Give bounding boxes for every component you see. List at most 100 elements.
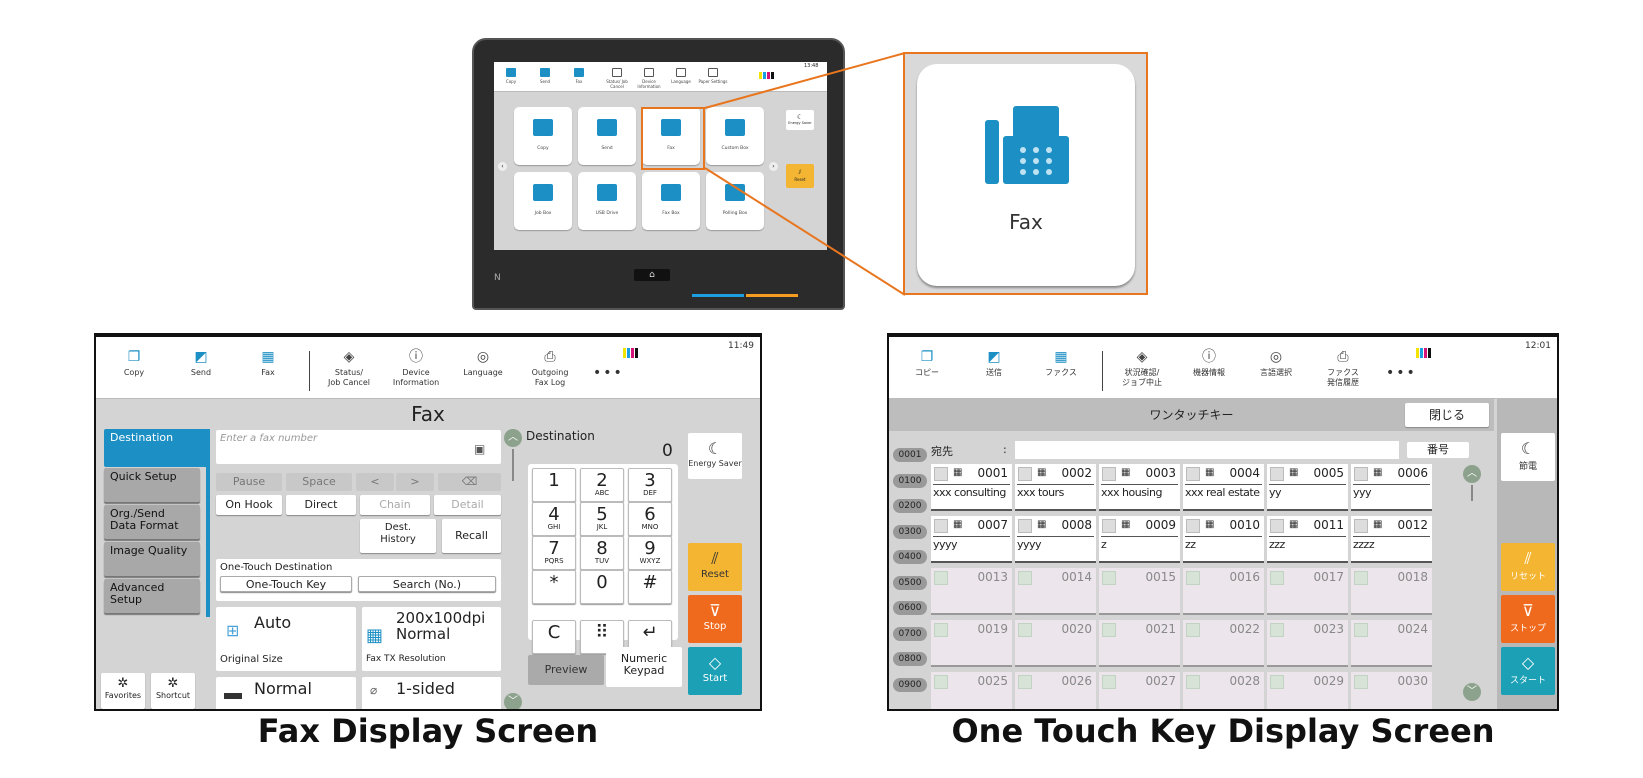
select-checkbox[interactable] (1270, 467, 1284, 481)
more-menu-button[interactable]: ••• (1386, 365, 1417, 381)
one-touch-key[interactable]: ▦ 0003 xxx housing (1099, 464, 1180, 511)
index-tab[interactable]: 0100 (893, 473, 927, 488)
numeric-keypad-tab[interactable]: Numeric Keypad (606, 647, 682, 687)
more-menu-button[interactable]: ••• (593, 365, 624, 381)
index-tab[interactable]: 0700 (893, 626, 927, 641)
scroll-down-button[interactable]: ﹀ (1463, 683, 1481, 701)
topbar-fax[interactable]: ▦ Fax (233, 349, 303, 378)
keypad-key[interactable]: 5 JKL (580, 502, 624, 536)
select-checkbox[interactable] (1186, 623, 1200, 637)
one-touch-key[interactable]: 0027 (1099, 672, 1180, 709)
keypad-key[interactable]: * (532, 570, 576, 604)
select-checkbox[interactable] (1354, 675, 1368, 689)
select-checkbox[interactable] (934, 519, 948, 533)
select-checkbox[interactable] (1270, 571, 1284, 585)
stop-button[interactable]: ⊽ ストップ (1501, 595, 1555, 643)
one-touch-key[interactable]: ▦ 0001 xxx consulting (931, 464, 1012, 511)
tab-image-quality[interactable]: Image Quality (104, 542, 200, 576)
tab-destination[interactable]: Destination (104, 429, 208, 467)
cursor-left-button[interactable]: < (356, 473, 394, 491)
pause-button[interactable]: Pause (216, 473, 282, 491)
one-touch-key[interactable]: 0016 (1183, 568, 1264, 615)
keypad-key[interactable]: 7 PQRS (532, 536, 576, 570)
recall-button[interactable]: Recall (442, 519, 501, 553)
backspace-button[interactable]: ⌫ (438, 473, 501, 491)
topbar-language[interactable]: ◎ 言語選択 (1241, 349, 1311, 378)
density-button[interactable]: Normal (216, 677, 356, 709)
select-checkbox[interactable] (1018, 519, 1032, 533)
index-tab[interactable]: 0001 (893, 448, 927, 462)
topbar-outgoing-fax-log[interactable]: ⎙ Outgoing Fax Log (515, 349, 585, 388)
keypad-key[interactable]: 8 TUV (580, 536, 624, 570)
one-touch-key[interactable]: 0029 (1267, 672, 1348, 709)
select-checkbox[interactable] (1270, 519, 1284, 533)
one-touch-key[interactable]: ▦ 0002 xxx tours (1015, 464, 1096, 511)
index-tab[interactable]: 0900 (893, 677, 927, 692)
select-checkbox[interactable] (1102, 571, 1116, 585)
one-touch-key[interactable]: 0014 (1015, 568, 1096, 615)
tab-advanced-setup[interactable]: Advanced Setup (104, 579, 200, 613)
select-checkbox[interactable] (1102, 519, 1116, 533)
scrollbar-thumb[interactable] (1471, 485, 1473, 501)
keypad-key[interactable]: # (628, 570, 672, 604)
cursor-right-button[interactable]: > (396, 473, 434, 491)
select-checkbox[interactable] (1186, 519, 1200, 533)
fax-tile-enlarged[interactable]: Fax (917, 64, 1135, 286)
one-touch-key[interactable]: ▦ 0012 zzzz (1351, 516, 1432, 563)
select-checkbox[interactable] (1186, 571, 1200, 585)
scrollbar-thumb[interactable] (512, 449, 514, 481)
index-tab[interactable]: 0200 (893, 499, 927, 513)
keypad-key[interactable]: 3 DEF (628, 468, 672, 502)
one-touch-key[interactable]: 0018 (1351, 568, 1432, 615)
detail-button[interactable]: Detail (434, 495, 501, 515)
topbar-fax[interactable]: ▦ ファクス (1026, 349, 1096, 378)
select-checkbox[interactable] (1354, 519, 1368, 533)
start-button[interactable]: ◇ スタート (1501, 647, 1555, 695)
one-touch-key[interactable]: ▦ 0004 xxx real estate (1183, 464, 1264, 511)
one-touch-key[interactable]: 0013 (931, 568, 1012, 615)
select-checkbox[interactable] (1354, 467, 1368, 481)
topbar-status-job-cancel[interactable]: ◈ 状況確認/ ジョブ中止 (1107, 349, 1177, 388)
topbar-device-information[interactable]: ⓘ Device Information (381, 349, 451, 388)
one-touch-key[interactable]: 0024 (1351, 620, 1432, 667)
shortcut-button[interactable]: ✲ Shortcut (151, 673, 195, 709)
one-touch-key[interactable]: ▦ 0010 zz (1183, 516, 1264, 563)
one-touch-key[interactable]: 0026 (1015, 672, 1096, 709)
favorites-button[interactable]: ✲ Favorites (101, 673, 145, 709)
scroll-up-button[interactable]: ︿ (504, 429, 522, 447)
keypad-key[interactable]: 0 (580, 570, 624, 604)
topbar-send[interactable]: ◩ Send (166, 349, 236, 378)
select-checkbox[interactable] (1102, 467, 1116, 481)
select-checkbox[interactable] (1270, 675, 1284, 689)
chain-button[interactable]: Chain (360, 495, 430, 515)
dest-history-button[interactable]: Dest. History (360, 519, 436, 553)
tab-org-send-data-format[interactable]: Org./Send Data Format (104, 505, 200, 539)
one-touch-key[interactable]: 0019 (931, 620, 1012, 667)
stop-button[interactable]: ⊽ Stop (688, 595, 742, 643)
select-checkbox[interactable] (934, 675, 948, 689)
one-touch-key[interactable]: 0023 (1267, 620, 1348, 667)
keypad-key[interactable]: C (532, 620, 576, 654)
select-checkbox[interactable] (934, 467, 948, 481)
select-checkbox[interactable] (934, 571, 948, 585)
select-checkbox[interactable] (1018, 571, 1032, 585)
preview-button[interactable]: Preview (528, 655, 604, 685)
reset-button[interactable]: ⫽ リセット (1501, 543, 1555, 591)
one-touch-key[interactable]: ▦ 0006 yyy (1351, 464, 1432, 511)
one-touch-key[interactable]: ▦ 0005 yy (1267, 464, 1348, 511)
energy-saver-button[interactable]: ☾ 節電 (1501, 433, 1555, 481)
close-button[interactable]: 閉じる (1405, 403, 1489, 427)
scroll-up-button[interactable]: ︿ (1463, 465, 1481, 483)
index-tab[interactable]: 0600 (893, 601, 927, 615)
topbar-language[interactable]: ◎ Language (448, 349, 518, 378)
topbar-outgoing-fax-log[interactable]: ⎙ ファクス 発信履歴 (1308, 349, 1378, 388)
fax-tx-resolution-button[interactable]: ▦ 200x100dpi Normal Fax TX Resolution (362, 607, 501, 671)
one-touch-key[interactable]: ▦ 0011 zzz (1267, 516, 1348, 563)
select-checkbox[interactable] (1018, 623, 1032, 637)
destination-field[interactable] (1015, 441, 1399, 459)
search-no-button[interactable]: Search (No.) (358, 576, 496, 592)
one-touch-key[interactable]: ▦ 0009 z (1099, 516, 1180, 563)
scroll-down-button[interactable]: ﹀ (504, 693, 522, 709)
one-touch-key[interactable]: 0017 (1267, 568, 1348, 615)
address-book-icon[interactable]: ▣ (474, 442, 485, 456)
